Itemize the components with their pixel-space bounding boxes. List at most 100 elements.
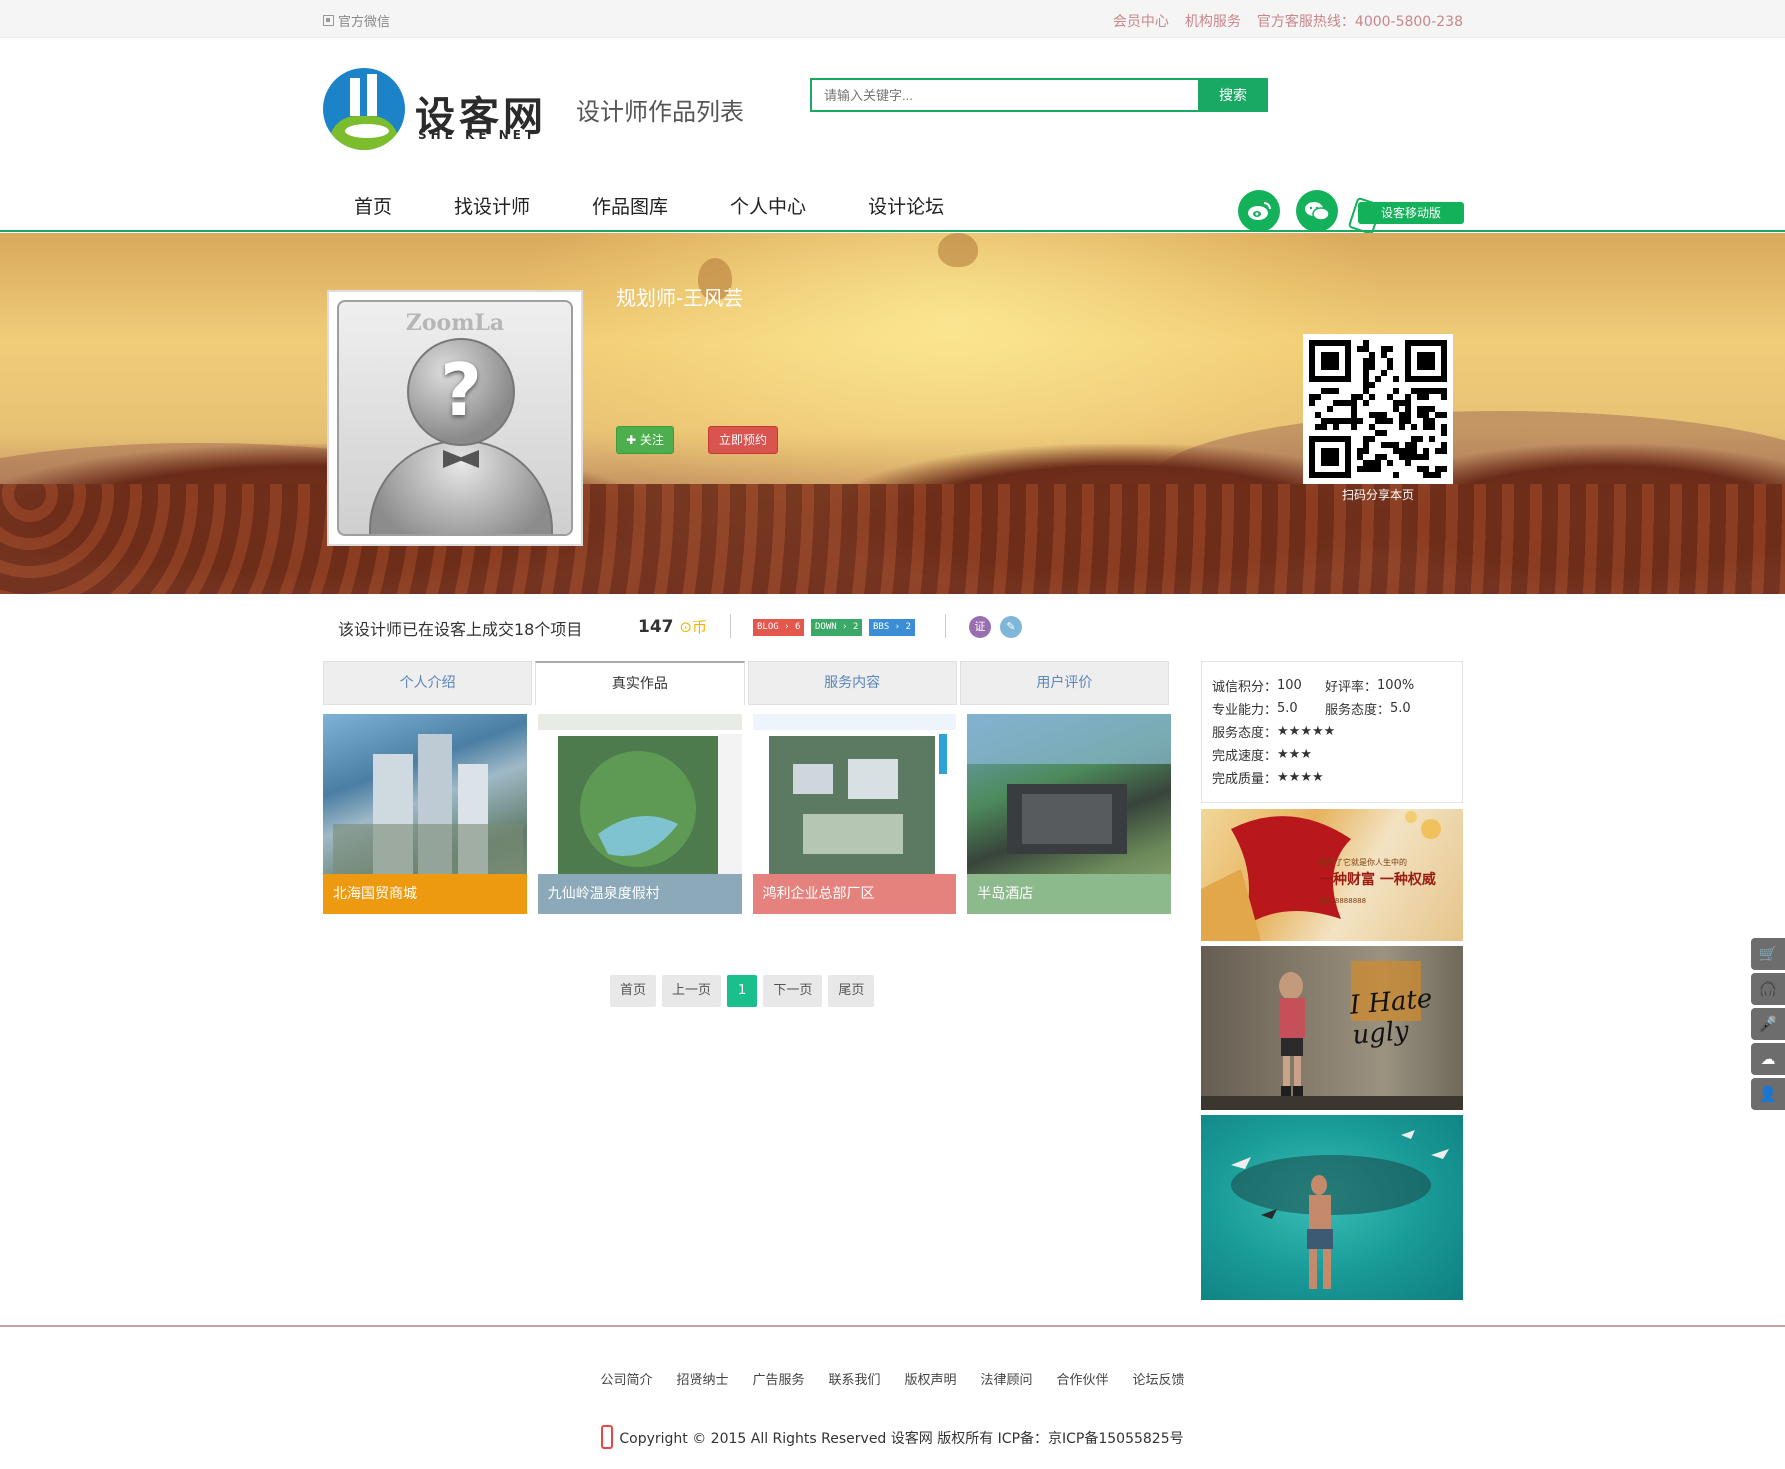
nav-item-gallery[interactable]: 作品图库 (561, 190, 699, 224)
pager-last[interactable]: 尾页 (828, 975, 875, 1007)
qq-icon[interactable]: ☁ (1751, 1043, 1785, 1075)
pager-prev[interactable]: 上一页 (662, 975, 722, 1007)
org-service-link[interactable]: 机构服务 (1185, 11, 1241, 31)
follow-button[interactable]: ✚ 关注 (616, 426, 674, 454)
ad1-line1: 选中了它就是你人生中的 (1319, 858, 1407, 867)
quality-stars: ★★★★ (1277, 770, 1324, 785)
site-logo-icon[interactable] (323, 68, 405, 150)
work-title: 半岛酒店 (967, 874, 1171, 914)
ad2-text: I Hate ugly (1348, 983, 1434, 1051)
attitude-stars-label: 服务态度： (1212, 726, 1278, 741)
attitude-stars: ★★★★★ (1277, 724, 1336, 739)
pagination: 首页 上一页 1 下一页 尾页 (610, 975, 875, 1007)
search-input[interactable] (810, 78, 1200, 112)
tab-services[interactable]: 服务内容 (747, 661, 957, 705)
profile-banner (0, 233, 1785, 594)
footer-copyright: Copyright © 2015 All Rights Reserved 设客网… (0, 1425, 1785, 1451)
bbs-badge[interactable]: BBS › 2 (869, 619, 915, 636)
official-wechat-link[interactable]: 官方微信 (323, 11, 390, 30)
tab-reviews[interactable]: 用户评价 (959, 661, 1169, 705)
work-card[interactable]: 鸿利企业总部厂区 (752, 714, 957, 914)
pager-first[interactable]: 首页 (610, 975, 657, 1007)
pager-next[interactable]: 下一页 (763, 975, 823, 1007)
good-rate-value: 100% (1377, 678, 1415, 693)
quality-label: 完成质量： (1212, 772, 1278, 787)
skill-value: 5.0 (1277, 701, 1298, 716)
blog-badge[interactable]: BLOG › 6 (753, 619, 805, 636)
nav-item-forum[interactable]: 设计论坛 (837, 190, 975, 224)
cart-icon[interactable]: 🛒 (1751, 938, 1785, 970)
site-logo-subtitle: SHE KE NET (418, 128, 538, 142)
work-title: 鸿利企业总部厂区 (752, 874, 957, 914)
weibo-icon[interactable] (1238, 190, 1280, 232)
footer-divider (0, 1325, 1785, 1327)
top-bar-links: 会员中心 机构服务 官方客服热线：4000-5800-238 (1113, 11, 1463, 31)
pager-current[interactable]: 1 (727, 975, 758, 1007)
skill-label: 专业能力： (1212, 703, 1278, 718)
tab-works[interactable]: 真实作品 (535, 661, 745, 705)
coin-icon: ⊙ (679, 618, 692, 636)
designer-name: 规划师-王风芸 (616, 286, 744, 310)
share-qr-code (1303, 334, 1453, 484)
page-title: 设计师作品列表 (576, 98, 744, 126)
nav-item-home[interactable]: 首页 (323, 190, 423, 224)
projects-count-text: 该设计师已在设客上成交18个项目 (338, 620, 583, 639)
footer-link-copyright[interactable]: 版权声明 (905, 1369, 957, 1388)
nav-item-find-designer[interactable]: 找设计师 (423, 190, 561, 224)
ad-banner-art[interactable] (1201, 1115, 1463, 1300)
attitude-label: 服务态度： (1325, 703, 1391, 718)
credit-value: 100 (1277, 678, 1302, 693)
footer-link-partners[interactable]: 合作伙伴 (1057, 1369, 1109, 1388)
certificate-icon[interactable]: 证 (969, 616, 991, 638)
member-center-link[interactable]: 会员中心 (1113, 11, 1169, 31)
main-nav: 首页 找设计师 作品图库 个人中心 设计论坛 (323, 190, 975, 230)
work-title: 九仙岭温泉度假村 (537, 874, 742, 914)
footer-link-careers[interactable]: 招贤纳士 (676, 1369, 728, 1388)
coin-unit: 币 (692, 618, 708, 636)
work-card[interactable]: 北海国贸商城 (323, 714, 527, 914)
profile-tabs: 个人介绍 真实作品 服务内容 用户评价 (323, 661, 1169, 705)
work-card[interactable]: 九仙岭温泉度假村 (537, 714, 742, 914)
mobile-version-button[interactable]: 设客移动版 (1358, 202, 1464, 224)
wechat-icon[interactable] (1296, 190, 1338, 232)
work-card[interactable]: 半岛酒店 (967, 714, 1171, 914)
ad1-phone: 000-8888888 (1319, 897, 1367, 905)
coin-balance: 147 ⊙币 (638, 616, 707, 637)
footer-link-ads[interactable]: 广告服务 (752, 1369, 804, 1388)
top-bar: 官方微信 会员中心 机构服务 官方客服热线：4000-5800-238 (0, 0, 1785, 38)
stats-divider (945, 614, 946, 638)
ad-banner-wealth[interactable]: 选中了它就是你人生中的 一种财富 一种权威 000-8888888 (1201, 809, 1463, 941)
footer-link-about[interactable]: 公司简介 (600, 1369, 652, 1388)
microphone-icon[interactable]: 🎤 (1751, 1008, 1785, 1040)
tab-intro[interactable]: 个人介绍 (323, 661, 533, 705)
user-icon[interactable]: 👤 (1751, 1078, 1785, 1110)
footer-link-feedback[interactable]: 论坛反馈 (1133, 1369, 1185, 1388)
footer-link-legal[interactable]: 法律顾问 (981, 1369, 1033, 1388)
work-title: 北海国贸商城 (323, 874, 527, 914)
footer-links: 公司简介 招贤纳士 广告服务 联系我们 版权声明 法律顾问 合作伙伴 论坛反馈 (0, 1369, 1785, 1388)
coin-value: 147 (638, 617, 674, 637)
speed-stars: ★★★ (1277, 747, 1312, 762)
works-grid: 北海国贸商城 九仙岭温泉度假村 鸿利企业总部厂区 半岛酒店 (323, 714, 1171, 914)
qr-caption: 扫码分享本页 (1341, 488, 1414, 502)
designer-ratings: 诚信积分： 100 好评率： 100% 专业能力： 5.0 服务态度： 5.0 … (1201, 661, 1463, 803)
nav-item-personal-center[interactable]: 个人中心 (699, 190, 837, 224)
book-now-button[interactable]: 立即预约 (708, 426, 778, 454)
down-badge[interactable]: DOWN › 2 (811, 619, 863, 636)
nav-divider (0, 230, 1785, 232)
ad1-line2: 一种财富 一种权威 (1319, 872, 1436, 888)
mobile-phone-icon (601, 1425, 614, 1449)
credit-label: 诚信积分： (1212, 680, 1278, 695)
search-button[interactable]: 搜索 (1198, 78, 1268, 112)
headset-icon[interactable]: 🎧 (1751, 973, 1785, 1005)
good-rate-label: 好评率： (1325, 680, 1378, 695)
qr-code-icon (323, 15, 334, 26)
copyright-text: Copyright © 2015 All Rights Reserved 设客网… (619, 1431, 1184, 1447)
speed-label: 完成速度： (1212, 749, 1278, 764)
pen-icon[interactable]: ✎ (1000, 616, 1022, 638)
official-wechat-label: 官方微信 (338, 15, 391, 30)
footer-link-contact[interactable]: 联系我们 (828, 1369, 880, 1388)
stats-divider (730, 614, 731, 638)
ad-banner-fashion[interactable]: I Hate ugly (1201, 946, 1463, 1110)
avatar-watermark: ZoomLa (405, 310, 505, 336)
